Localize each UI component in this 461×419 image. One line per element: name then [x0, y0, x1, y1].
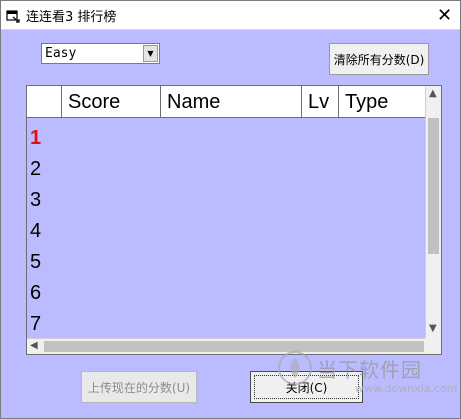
row-label-3: 3 [30, 189, 42, 211]
vertical-scroll-thumb[interactable] [428, 118, 439, 254]
row-label-6: 6 [30, 282, 42, 304]
header-corner [27, 86, 62, 117]
header-name[interactable]: Name [161, 86, 302, 117]
close-button[interactable]: 关闭(C) [250, 371, 363, 403]
scroll-left-icon[interactable]: ◀ [30, 341, 38, 351]
score-table[interactable]: Score Name Lv Type 1 2 3 4 5 6 7 ▲ ▼ ◀ [26, 85, 442, 355]
horizontal-scroll-thumb[interactable] [44, 341, 424, 352]
row-label-4: 4 [30, 220, 42, 242]
row-label-2: 2 [30, 158, 42, 180]
header-lv[interactable]: Lv [302, 86, 339, 117]
row-label-7: 7 [30, 313, 42, 335]
clear-all-scores-button[interactable]: 清除所有分数(D) [329, 43, 429, 75]
scroll-up-icon[interactable]: ▲ [429, 89, 437, 99]
scrollbar-corner [425, 338, 441, 354]
watermark-url: www.downxia.com [355, 382, 458, 395]
header-score[interactable]: Score [62, 86, 161, 117]
table-header: Score Name Lv Type [27, 86, 425, 118]
chevron-down-icon[interactable]: ▼ [143, 45, 158, 62]
close-icon[interactable]: ✕ [429, 1, 460, 29]
difficulty-value: Easy [45, 46, 77, 61]
header-type[interactable]: Type [339, 86, 425, 117]
leaderboard-window: 连连看3 排行榜 ✕ Easy ▼ 清除所有分数(D) Score Name L… [0, 0, 461, 419]
vertical-scrollbar[interactable]: ▲ ▼ [425, 86, 441, 338]
title-bar[interactable]: 连连看3 排行榜 ✕ [1, 1, 460, 30]
app-icon [6, 8, 20, 23]
row-label-1: 1 [30, 127, 42, 149]
scroll-down-icon[interactable]: ▼ [429, 324, 437, 334]
upload-scores-button[interactable]: 上传现在的分数(U) [81, 371, 197, 403]
window-title: 连连看3 排行榜 [26, 10, 117, 25]
difficulty-dropdown[interactable]: Easy ▼ [41, 43, 160, 64]
row-label-5: 5 [30, 251, 42, 273]
horizontal-scrollbar[interactable]: ◀ [27, 338, 425, 354]
